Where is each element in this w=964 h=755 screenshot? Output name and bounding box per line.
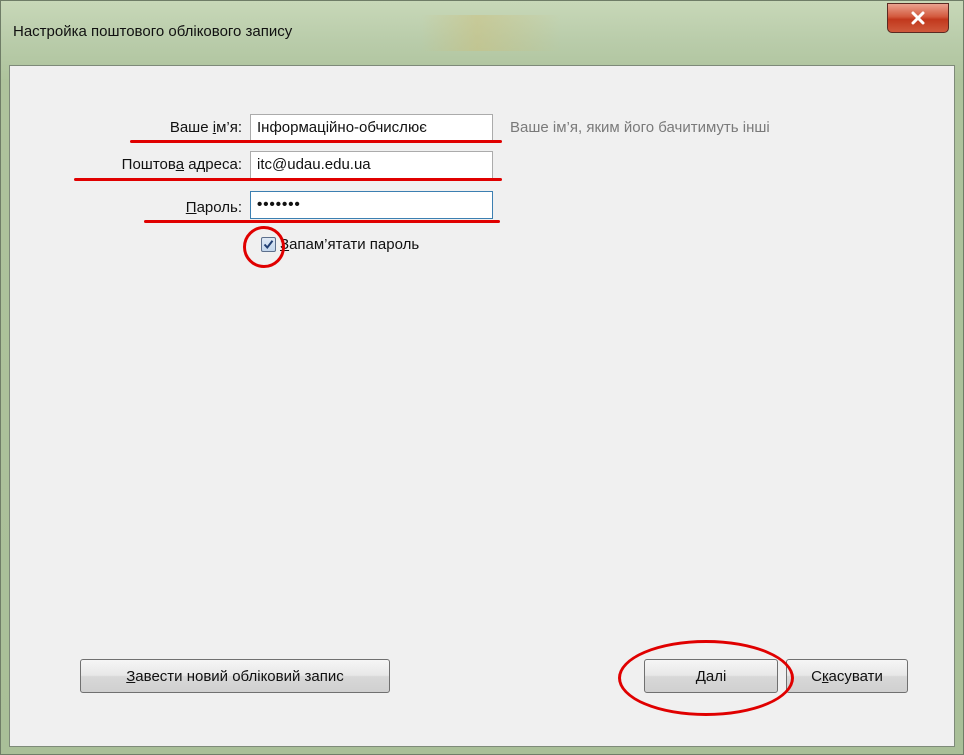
password-annotation-underline <box>144 220 500 223</box>
password-field[interactable]: ••••••• <box>250 191 493 219</box>
name-label: Ваше ім’я: <box>169 119 242 136</box>
new-account-button[interactable]: Завести новий обліковий запис <box>80 659 390 693</box>
cancel-button[interactable]: Ск асувати <box>786 659 908 693</box>
name-field[interactable]: Інформаційно-обчислює <box>250 114 493 142</box>
checkbox-annotation-circle <box>243 226 285 268</box>
window-title: Настройка поштового облікового запису <box>13 23 293 40</box>
email-label: Поштова адреса: <box>121 156 242 173</box>
dialog-window: Настройка поштового облікового запису Ва… <box>0 0 964 755</box>
close-icon <box>911 11 925 25</box>
name-hint: Ваше ім’я, яким його бачитимуть інші <box>510 119 770 136</box>
background-window-glimpse <box>421 15 561 51</box>
email-annotation-underline <box>74 178 502 181</box>
email-field[interactable]: itc@udau.edu.ua <box>250 151 493 179</box>
remember-password-label[interactable]: Запам’ятати пароль <box>280 236 419 253</box>
close-button[interactable] <box>887 3 949 33</box>
next-annotation-circle <box>618 640 794 716</box>
title-bar[interactable]: Настройка поштового облікового запису <box>1 1 963 65</box>
dialog-content: Ваше ім’я: Інформаційно-обчислює Ваше ім… <box>9 65 955 747</box>
password-label: Пароль: <box>185 199 242 216</box>
name-annotation-underline <box>130 140 502 143</box>
